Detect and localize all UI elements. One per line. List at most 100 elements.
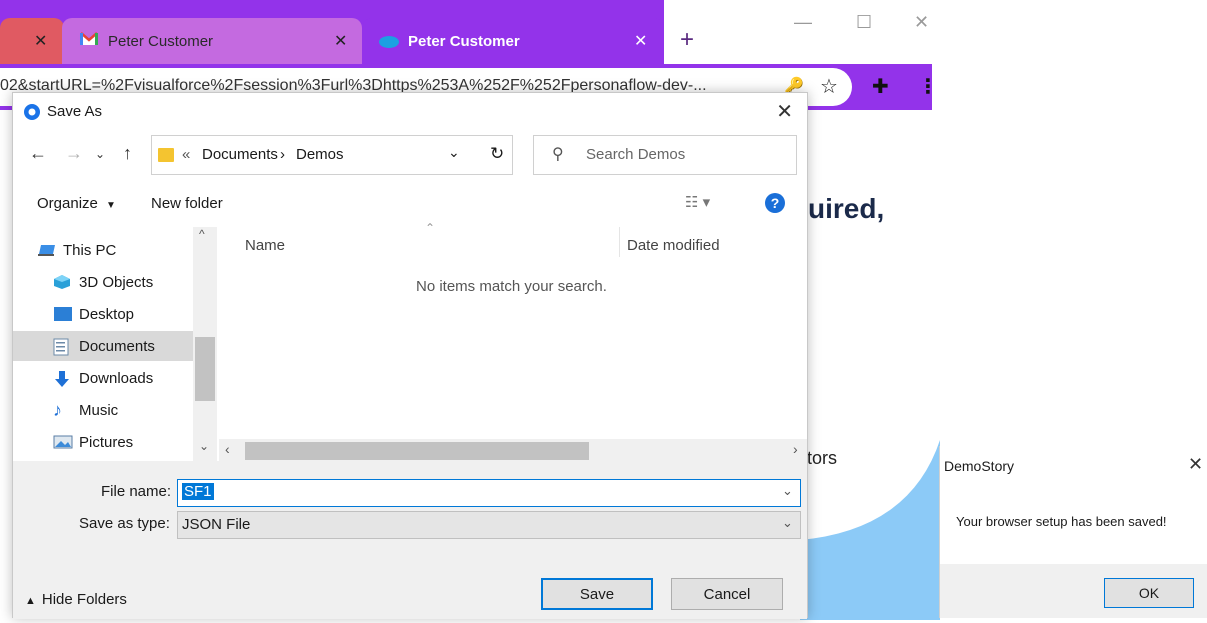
nav-item-desktop[interactable]: Desktop	[13, 299, 193, 329]
close-icon[interactable]: ✕	[1188, 454, 1203, 475]
music-icon: ♪	[53, 400, 62, 420]
ok-button[interactable]: OK	[1104, 578, 1194, 608]
dialog-title: Save As	[47, 103, 103, 120]
empty-message: No items match your search.	[416, 278, 607, 295]
chevron-down-icon[interactable]: ⌄	[782, 483, 793, 499]
tab-active[interactable]: Peter Customer ✕	[362, 18, 664, 64]
scroll-up-icon[interactable]: ^	[199, 227, 205, 241]
desktop-icon	[53, 306, 73, 322]
organize-button[interactable]: Organize ▼	[37, 195, 116, 212]
menu-icon[interactable]: ⋮	[918, 74, 938, 99]
command-bar: Organize ▼ New folder ☷ ▾ ?	[13, 191, 807, 221]
breadcrumb-item-demos[interactable]: Demos	[296, 146, 344, 163]
cube-icon	[53, 274, 73, 290]
page-heading-fragment: uired,	[808, 193, 885, 224]
up-arrow-icon[interactable]: ↑	[123, 143, 132, 164]
back-arrow-icon[interactable]: ←	[29, 143, 47, 164]
file-list-scrollbar[interactable]: ‹ ›	[219, 439, 807, 463]
scrollbar-thumb[interactable]	[195, 337, 215, 401]
tab-gmail[interactable]: Peter Customer ✕	[62, 18, 362, 64]
minimize-icon[interactable]: —	[794, 12, 812, 33]
scrollbar-thumb[interactable]	[245, 442, 589, 460]
breadcrumb[interactable]: « Documents › Demos ⌄ ↻	[151, 135, 513, 175]
save-type-label: Save as type:	[79, 515, 170, 532]
maximize-icon[interactable]: ☐	[856, 12, 872, 33]
close-icon[interactable]: ✕	[334, 31, 347, 51]
nav-item-label: Pictures	[79, 433, 134, 451]
scroll-left-icon[interactable]: ‹	[225, 441, 230, 457]
star-icon[interactable]: ☆	[820, 74, 838, 99]
message-box-title: DemoStory	[944, 458, 1015, 474]
caret-down-icon: ▼	[106, 200, 116, 211]
save-type-value: JSON File	[182, 516, 251, 533]
save-type-select[interactable]: JSON File ⌄	[177, 511, 801, 539]
tab-label: Peter Customer	[108, 32, 214, 50]
download-icon	[53, 370, 73, 387]
forward-arrow-icon[interactable]: →	[65, 143, 83, 164]
nav-item-downloads[interactable]: Downloads	[13, 363, 193, 393]
chevron-down-icon[interactable]: ⌄	[448, 144, 460, 161]
nav-item-label: Music	[79, 401, 119, 419]
new-tab-button[interactable]: +	[680, 26, 694, 54]
nav-item-3d-objects[interactable]: 3D Objects	[13, 267, 193, 297]
nav-item-music[interactable]: ♪ Music	[13, 395, 193, 425]
hide-folders-button[interactable]: ▲ Hide Folders	[25, 591, 127, 608]
nav-item-pictures[interactable]: Pictures	[13, 427, 193, 457]
close-icon[interactable]: ✕	[776, 99, 793, 124]
nav-item-label: Desktop	[79, 305, 135, 323]
refresh-icon[interactable]: ↻	[490, 144, 504, 164]
save-as-dialog: Save As ✕ ← → ⌄ ↑ « Documents › Demos ⌄ …	[12, 92, 808, 619]
breadcrumb-item-documents[interactable]: Documents	[202, 146, 278, 163]
breadcrumb-overflow[interactable]: «	[182, 146, 190, 163]
navigation-bar: ← → ⌄ ↑ « Documents › Demos ⌄ ↻ ⚲ Search…	[13, 133, 807, 177]
column-header-name[interactable]: Name	[245, 237, 285, 254]
hide-folders-label: Hide Folders	[41, 591, 127, 608]
nav-item-label: This PC	[63, 241, 117, 259]
chevron-down-icon[interactable]: ⌄	[95, 147, 105, 161]
tab-label: Peter Customer	[408, 32, 520, 50]
help-icon[interactable]: ?	[765, 193, 785, 213]
scroll-right-icon[interactable]: ›	[793, 441, 798, 457]
file-name-label: File name:	[101, 483, 172, 500]
chevron-down-icon[interactable]: ⌄	[782, 515, 793, 531]
caret-up-icon: ▲	[25, 595, 36, 607]
sort-up-icon: ⌃	[425, 221, 436, 235]
save-button[interactable]: Save	[541, 578, 653, 610]
folder-tree-scrollbar[interactable]: ^ ⌄	[193, 227, 217, 461]
chevron-right-icon: ›	[280, 146, 285, 163]
file-list: ⌃ Name Date modified No items match your…	[219, 221, 807, 461]
view-options-icon[interactable]: ☷ ▾	[685, 193, 710, 211]
column-header-date[interactable]: Date modified	[627, 237, 720, 254]
extensions-icon[interactable]: ✚	[872, 74, 889, 99]
organize-label: Organize	[37, 195, 98, 212]
close-icon[interactable]: ✕	[634, 31, 647, 51]
search-placeholder: Search Demos	[586, 146, 686, 163]
nav-item-this-pc[interactable]: This PC	[13, 235, 193, 265]
dialog-titlebar: Save As ✕	[13, 93, 807, 129]
file-name-input[interactable]: SF1 ⌄	[177, 479, 801, 507]
search-input[interactable]: ⚲ Search Demos	[533, 135, 797, 175]
window-close-icon[interactable]: ✕	[914, 12, 929, 33]
folder-icon	[158, 148, 174, 162]
chrome-icon	[23, 103, 41, 121]
demostory-message-box: DemoStory ✕ Your browser setup has been …	[939, 446, 1207, 618]
picture-icon	[53, 434, 73, 450]
nav-item-label: Downloads	[79, 369, 154, 387]
new-folder-button[interactable]: New folder	[151, 195, 223, 212]
cloud-icon	[378, 34, 400, 48]
gmail-icon	[80, 32, 98, 46]
computer-icon	[37, 242, 57, 258]
cancel-button[interactable]: Cancel	[671, 578, 783, 610]
nav-item-documents[interactable]: Documents	[13, 331, 193, 361]
column-divider[interactable]	[619, 227, 620, 257]
close-icon[interactable]: ✕	[34, 31, 47, 51]
page-text-fragment: tors	[807, 448, 838, 468]
message-box-footer: OK	[940, 564, 1207, 618]
folder-tree: This PC 3D Objects Desktop Documents Dow…	[13, 227, 217, 461]
scroll-down-icon[interactable]: ⌄	[199, 439, 209, 453]
document-icon	[53, 338, 73, 356]
message-text: Your browser setup has been saved!	[956, 514, 1167, 529]
tab-previous[interactable]: ✕	[0, 18, 64, 64]
nav-item-label: Documents	[79, 337, 155, 355]
search-icon: ⚲	[552, 146, 564, 163]
